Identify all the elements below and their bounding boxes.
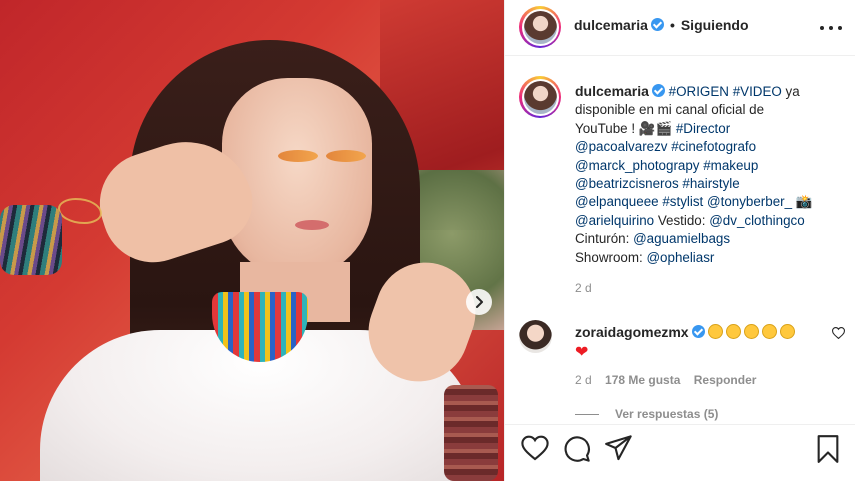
eye-makeup-right xyxy=(326,150,366,162)
view-replies-label: Ver respuestas (5) xyxy=(615,407,719,421)
eye-makeup-left xyxy=(278,150,318,162)
hashtag-link[interactable]: #stylist xyxy=(662,194,703,209)
chevron-right-icon xyxy=(476,296,483,308)
caption-text: 📸 xyxy=(792,194,813,210)
following-button[interactable]: Siguiendo xyxy=(681,17,749,33)
comment-likes-count[interactable]: 178 Me gusta xyxy=(605,373,680,387)
mention-link[interactable]: @beatrizcisneros xyxy=(575,176,679,191)
caption-timestamp[interactable]: 2 d xyxy=(575,281,592,295)
mention-link[interactable]: @tonyberber_ xyxy=(707,194,792,209)
like-comment-button[interactable] xyxy=(831,327,846,342)
comment: zoraidagomezmx ❤ xyxy=(575,322,823,363)
caption-username[interactable]: dulcemaria xyxy=(575,83,649,99)
bookmark-icon xyxy=(817,435,839,463)
commenter-avatar[interactable] xyxy=(519,320,552,353)
verified-badge-icon xyxy=(691,325,705,338)
caption-line: @beatrizcisneros #hairstyle xyxy=(575,175,843,193)
heart-icon xyxy=(831,327,846,340)
comment-meta: 2 d 178 Me gusta Responder xyxy=(575,373,766,387)
mention-link[interactable]: @opheliasr xyxy=(646,250,714,265)
clapping-emoji-row xyxy=(708,324,798,340)
save-button[interactable] xyxy=(816,435,846,465)
caption-line: disponible en mi canal oficial de xyxy=(575,101,843,119)
heart-icon xyxy=(521,435,549,461)
hand-tattoo xyxy=(58,198,102,224)
paper-plane-icon xyxy=(605,435,632,461)
caption-line: Showroom: @opheliasr xyxy=(575,249,843,267)
like-button[interactable] xyxy=(521,435,551,465)
more-options-button[interactable] xyxy=(820,18,842,38)
post-photo[interactable] xyxy=(0,0,504,481)
caption-text: ya xyxy=(781,84,800,99)
hashtag-link[interactable]: #VIDEO xyxy=(733,84,782,99)
mention-link[interactable]: @arielquirino xyxy=(575,213,654,228)
view-replies-button[interactable]: Ver respuestas (5) xyxy=(575,407,718,421)
verified-badge-icon xyxy=(651,84,665,97)
post-caption: dulcemaria #ORIGEN #VIDEO ya disponible … xyxy=(575,82,843,267)
mention-link[interactable]: @pacoalvarezv xyxy=(575,139,668,154)
bracelets-right xyxy=(444,385,498,481)
caption-line: @pacoalvarezv #cinefotografo xyxy=(575,138,843,156)
clapping-hands-emoji xyxy=(762,324,778,339)
caption-line: YouTube ! 🎥🎬 #Director xyxy=(575,120,843,138)
caption-first-line: dulcemaria #ORIGEN #VIDEO ya xyxy=(575,82,843,101)
mention-link[interactable]: @marck_photograpy xyxy=(575,158,700,173)
verified-badge-icon xyxy=(650,18,664,31)
clapping-hands-emoji xyxy=(744,324,760,339)
author-username[interactable]: dulcemaria xyxy=(574,17,648,33)
hashtag-link[interactable]: #makeup xyxy=(703,158,758,173)
clapping-hands-emoji xyxy=(780,324,796,339)
caption-text: Vestido: xyxy=(654,212,710,228)
caption-line: @elpanqueee #stylist @tonyberber_ 📸 xyxy=(575,193,843,211)
action-bar xyxy=(505,424,855,481)
caption-text: YouTube ! 🎥🎬 xyxy=(575,120,676,136)
bracelets-left xyxy=(0,205,62,275)
clapping-hands-emoji xyxy=(708,324,724,339)
hashtag-link[interactable]: #cinefotografo xyxy=(671,139,756,154)
share-button[interactable] xyxy=(605,435,635,465)
replies-divider xyxy=(575,413,599,415)
caption-line: @marck_photograpy #makeup xyxy=(575,157,843,175)
reply-button[interactable]: Responder xyxy=(694,373,757,387)
comment-timestamp[interactable]: 2 d xyxy=(575,373,592,387)
caption-text: disponible en mi canal oficial de xyxy=(575,102,765,118)
caption-line: @arielquirino Vestido: @dv_clothingco xyxy=(575,212,843,230)
post-side-panel: dulcemaria • Siguiendo dulcemaria #ORIGEN … xyxy=(504,0,855,481)
author-line: dulcemaria • Siguiendo xyxy=(574,17,749,33)
comment-button[interactable] xyxy=(563,435,593,465)
hashtag-link[interactable]: #ORIGEN xyxy=(669,84,729,99)
caption-text: Showroom: xyxy=(575,249,647,265)
hashtag-link[interactable]: #hairstyle xyxy=(682,176,739,191)
commenter-username[interactable]: zoraidagomezmx xyxy=(575,324,689,340)
caption-text: Cinturón: xyxy=(575,231,634,247)
red-heart-emoji: ❤ xyxy=(575,344,589,361)
hashtag-link[interactable]: #Director xyxy=(676,121,730,136)
clapping-hands-emoji xyxy=(726,324,742,339)
mention-link[interactable]: @elpanqueee xyxy=(575,194,659,209)
comment-icon xyxy=(564,436,590,462)
mention-link[interactable]: @aguamielbags xyxy=(633,231,730,246)
next-photo-button[interactable] xyxy=(466,289,492,315)
author-avatar[interactable] xyxy=(519,6,561,48)
caption-author-avatar[interactable] xyxy=(519,76,561,118)
caption-line: Cinturón: @aguamielbags xyxy=(575,230,843,248)
lips xyxy=(295,220,329,230)
separator-dot: • xyxy=(669,17,675,33)
mention-link[interactable]: @dv_clothingco xyxy=(709,213,804,228)
more-horizontal-icon xyxy=(820,26,824,30)
post-header: dulcemaria • Siguiendo xyxy=(505,0,855,56)
